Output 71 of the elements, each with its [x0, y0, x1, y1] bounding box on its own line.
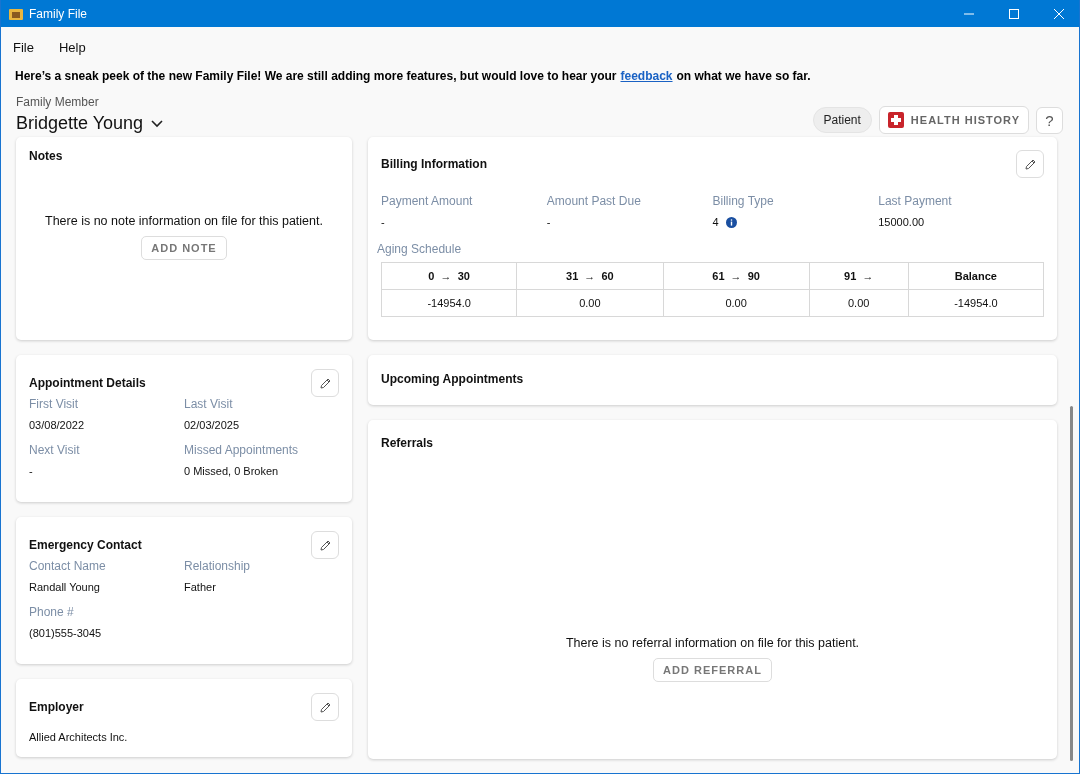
field-value: -	[546, 216, 551, 228]
banner-text: on what we have so far.	[676, 69, 811, 83]
card-title: Emergency Contact	[29, 538, 142, 552]
field-label: Phone #	[29, 605, 75, 619]
table-cell: 0.00	[663, 289, 810, 317]
field-value: 0 Missed, 0 Broken	[184, 465, 280, 477]
employer-name: Allied Architects Inc.	[29, 731, 129, 743]
family-member-label: Family Member	[16, 95, 100, 109]
field-label: Next Visit	[29, 443, 81, 457]
edit-button[interactable]	[311, 369, 339, 397]
field-value: 4	[712, 216, 719, 228]
window-title: Family File	[29, 6, 88, 21]
field-value: -	[29, 465, 34, 477]
table-cell: -14954.0	[908, 289, 1044, 317]
feedback-link[interactable]: feedback	[620, 69, 673, 83]
field-value: 03/08/2022	[29, 419, 86, 431]
field-label: Last Visit	[184, 397, 234, 411]
field-label: First Visit	[29, 397, 80, 411]
field-label: Payment Amount	[381, 194, 474, 208]
folder-icon	[9, 7, 23, 20]
field-label: Billing Type	[712, 194, 775, 208]
field-value: Randall Young	[29, 581, 101, 593]
card-title: Upcoming Appointments	[381, 372, 524, 386]
field-value: 02/03/2025	[184, 419, 241, 431]
pencil-icon	[318, 376, 332, 390]
field-value: Father	[184, 581, 217, 593]
card-title: Appointment Details	[29, 376, 146, 390]
help-button[interactable]: ?	[1036, 106, 1063, 134]
scrollbar-thumb[interactable]	[1070, 406, 1073, 761]
medical-cross-icon	[887, 112, 904, 128]
table-header: 0 → 30	[381, 262, 517, 290]
field-value: (801)555-3045	[29, 627, 103, 639]
field-value: -	[381, 216, 385, 228]
card-title: Referrals	[381, 436, 434, 450]
pencil-icon	[318, 538, 332, 552]
aging-schedule-label: Aging Schedule	[377, 242, 463, 256]
field-label: Amount Past Due	[546, 194, 642, 208]
table-cell: 0.00	[516, 289, 663, 317]
card-title: Billing Information	[381, 157, 487, 171]
field-label: Relationship	[184, 559, 252, 573]
menu-item[interactable]: Help	[58, 40, 86, 55]
menu-item[interactable]: File	[13, 40, 34, 55]
field-label: Last Payment	[878, 194, 953, 208]
table-cell: 0.00	[809, 289, 909, 317]
close-icon[interactable]	[1054, 8, 1064, 19]
card-title: Employer	[29, 700, 84, 714]
empty-message: There is no referral information on file for this patient.	[565, 636, 860, 650]
table-header: 61 → 90	[663, 262, 810, 290]
banner-text: Here’s a sneak peek of the new Family File! We are still adding more features, but would love to hear your	[15, 69, 617, 83]
edit-button[interactable]	[1016, 150, 1044, 178]
add-button[interactable]: ADD NOTE	[141, 235, 227, 260]
table-header: 91 →	[809, 262, 909, 290]
card-title: Notes	[29, 149, 63, 163]
maximize-icon[interactable]	[1009, 8, 1019, 19]
info-icon[interactable]	[725, 216, 737, 228]
add-button[interactable]: ADD REFERRAL	[653, 658, 772, 682]
health-history-button[interactable]: HEALTH HISTORY	[878, 106, 1029, 134]
edit-button[interactable]	[311, 531, 339, 559]
empty-message: There is no note information on file for this patient.	[45, 213, 323, 228]
patient-button[interactable]: Patient	[812, 107, 872, 133]
pencil-icon	[318, 700, 332, 714]
pencil-icon	[1023, 157, 1037, 171]
field-label: Contact Name	[29, 559, 107, 573]
member-dropdown[interactable]: Bridgette Young	[16, 113, 164, 134]
chevron-down-icon	[151, 119, 164, 128]
table-header: Balance	[908, 262, 1044, 290]
field-label: Missed Appointments	[184, 443, 300, 457]
field-value: 15000.00	[878, 216, 925, 228]
table-cell: -14954.0	[381, 289, 517, 317]
table-header: 31 → 60	[516, 262, 663, 290]
edit-button[interactable]	[311, 693, 339, 721]
